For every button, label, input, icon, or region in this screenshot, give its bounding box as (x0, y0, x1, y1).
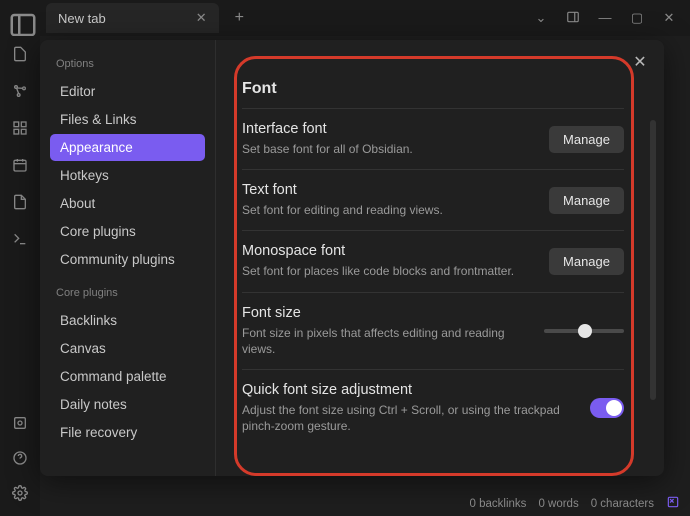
window-controls: ⌄ ― ▢ ✕ (534, 10, 690, 27)
tab-close-icon[interactable]: ✕ (196, 10, 207, 26)
right-sidebar-toggle-icon[interactable] (566, 10, 580, 27)
manage-monospace-font-button[interactable]: Manage (549, 248, 624, 275)
settings-modal: Options Editor Files & Links Appearance … (40, 40, 664, 476)
nav-item-files-links[interactable]: Files & Links (50, 106, 205, 133)
row-desc-quick-font-adjust: Adjust the font size using Ctrl + Scroll… (242, 402, 574, 434)
canvas-icon[interactable] (12, 120, 28, 139)
tab-label: New tab (58, 11, 106, 26)
close-window-icon[interactable]: ✕ (662, 10, 676, 27)
daily-notes-icon[interactable] (12, 157, 28, 176)
maximize-icon[interactable]: ▢ (630, 10, 644, 27)
row-title-monospace-font: Monospace font (242, 243, 533, 259)
nav-item-community-plugins[interactable]: Community plugins (50, 246, 205, 273)
settings-nav: Options Editor Files & Links Appearance … (40, 40, 216, 476)
chevron-down-icon[interactable]: ⌄ (534, 10, 548, 27)
row-desc-font-size: Font size in pixels that affects editing… (242, 325, 528, 357)
section-title-font: Font (242, 66, 624, 108)
nav-item-editor[interactable]: Editor (50, 78, 205, 105)
row-font-size: Font size Font size in pixels that affec… (242, 292, 624, 369)
nav-item-hotkeys[interactable]: Hotkeys (50, 162, 205, 189)
toggle-knob (606, 400, 622, 416)
command-palette-icon[interactable] (12, 231, 28, 250)
nav-section-header-options: Options (56, 58, 199, 70)
row-title-text-font: Text font (242, 182, 533, 198)
nav-item-daily-notes[interactable]: Daily notes (50, 391, 205, 418)
row-desc-monospace-font: Set font for places like code blocks and… (242, 263, 533, 279)
nav-item-file-recovery[interactable]: File recovery (50, 419, 205, 446)
settings-content: ✕ Font Interface font Set base font for … (216, 40, 664, 476)
row-text-font: Text font Set font for editing and readi… (242, 169, 624, 230)
font-size-slider[interactable] (544, 329, 624, 333)
nav-section-header-core-plugins: Core plugins (56, 287, 199, 299)
content-scrollbar[interactable] (650, 120, 656, 400)
templates-icon[interactable] (12, 194, 28, 213)
nav-item-backlinks[interactable]: Backlinks (50, 307, 205, 334)
nav-item-command-palette[interactable]: Command palette (50, 363, 205, 390)
row-title-interface-font: Interface font (242, 121, 533, 137)
row-title-quick-font-adjust: Quick font size adjustment (242, 382, 574, 398)
nav-item-canvas[interactable]: Canvas (50, 335, 205, 362)
vault-icon[interactable] (12, 415, 28, 434)
status-chars: 0 characters (591, 498, 654, 510)
status-backlinks: 0 backlinks (470, 498, 527, 510)
nav-item-about[interactable]: About (50, 190, 205, 217)
row-interface-font: Interface font Set base font for all of … (242, 108, 624, 169)
row-desc-text-font: Set font for editing and reading views. (242, 202, 533, 218)
status-words: 0 words (538, 498, 578, 510)
left-ribbon (0, 36, 40, 516)
close-settings-icon[interactable]: ✕ (630, 52, 650, 72)
row-quick-font-adjust: Quick font size adjustment Adjust the fo… (242, 369, 624, 446)
manage-text-font-button[interactable]: Manage (549, 187, 624, 214)
tab-bar: New tab ✕ + ⌄ ― ▢ ✕ (0, 0, 690, 36)
graph-icon[interactable] (12, 83, 28, 102)
settings-icon[interactable] (12, 485, 28, 504)
tab-new[interactable]: New tab ✕ (46, 3, 219, 33)
files-icon[interactable] (12, 46, 28, 65)
quick-font-adjust-toggle[interactable] (590, 398, 624, 418)
minimize-icon[interactable]: ― (598, 10, 612, 27)
row-desc-interface-font: Set base font for all of Obsidian. (242, 141, 533, 157)
status-sync-icon[interactable] (666, 495, 680, 512)
row-monospace-font: Monospace font Set font for places like … (242, 230, 624, 291)
sidebar-toggle-icon[interactable] (8, 10, 38, 28)
manage-interface-font-button[interactable]: Manage (549, 126, 624, 153)
new-tab-button[interactable]: + (225, 9, 254, 27)
status-bar: 0 backlinks 0 words 0 characters (470, 495, 680, 512)
help-icon[interactable] (12, 450, 28, 469)
nav-item-core-plugins[interactable]: Core plugins (50, 218, 205, 245)
row-title-font-size: Font size (242, 305, 528, 321)
nav-item-appearance[interactable]: Appearance (50, 134, 205, 161)
slider-thumb[interactable] (578, 324, 592, 338)
